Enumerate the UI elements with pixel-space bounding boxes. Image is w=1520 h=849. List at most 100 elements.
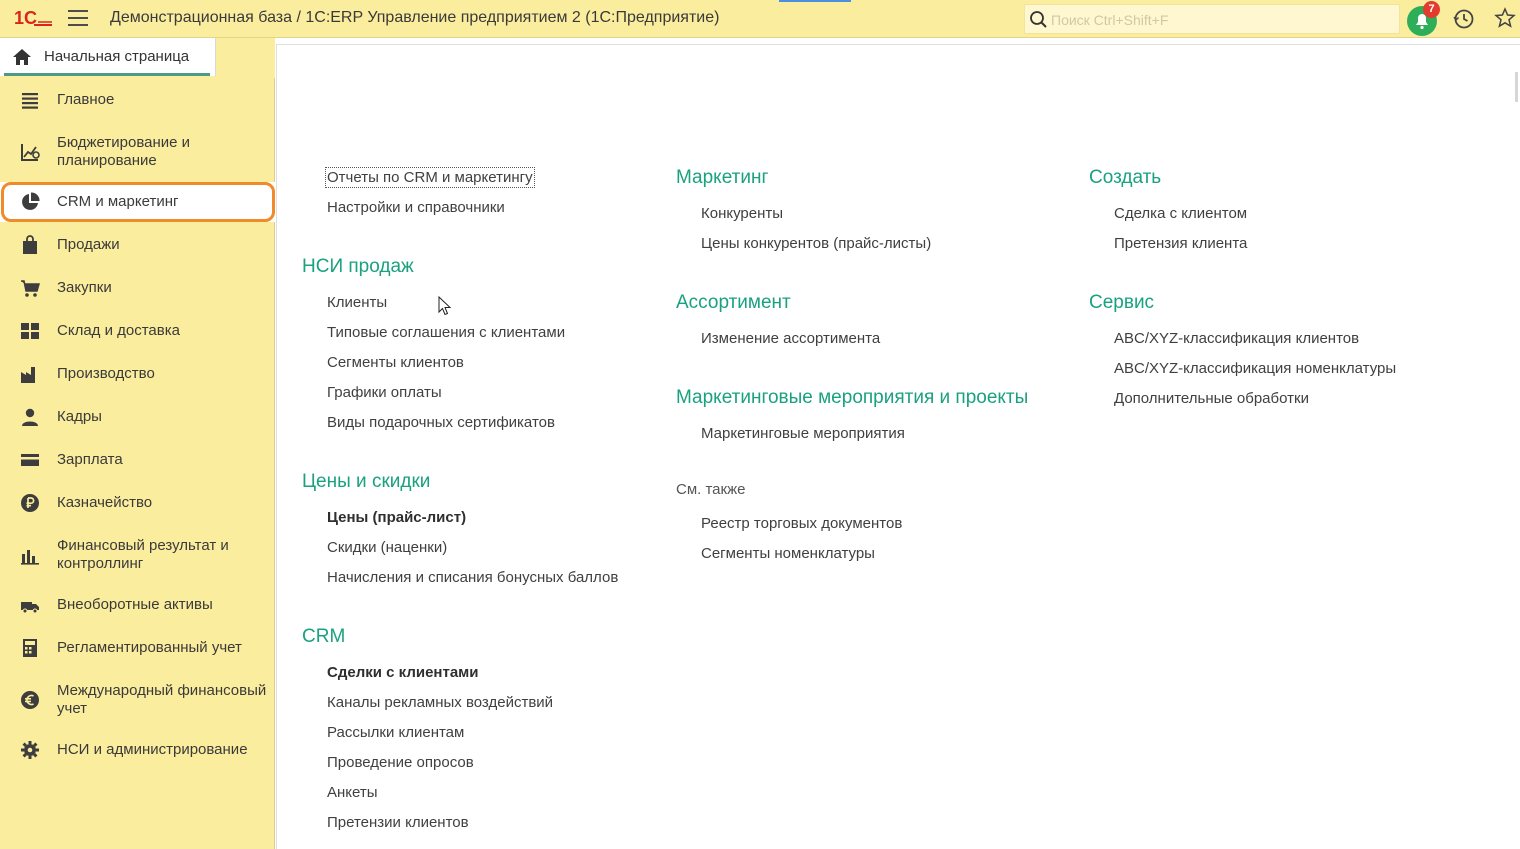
truck-icon — [21, 602, 39, 614]
sidebar-item-label: CRM и маркетинг — [57, 193, 179, 210]
tab-home-label: Начальная страница — [44, 48, 190, 65]
section-title-sales-master-data: НСИ продаж — [302, 256, 414, 277]
sidebar-item-label: Регламентированный учет — [57, 639, 242, 656]
sidebar-item-label: Кадры — [57, 408, 102, 425]
sidebar-item-salary[interactable]: Зарплата — [0, 440, 275, 480]
link-competitor-prices[interactable]: Цены конкурентов (прайс-листы) — [701, 235, 931, 252]
sidebar-item-production[interactable]: Производство — [0, 354, 275, 394]
link-client-deals[interactable]: Сделки с клиентами — [327, 664, 478, 681]
sidebar-item-label: Бюджетирование и планирование — [57, 134, 191, 169]
shopping-bag-icon — [23, 235, 37, 254]
link-client-claims[interactable]: Претензии клиентов — [327, 814, 469, 831]
sidebar-item-fixed-assets[interactable]: Внеоборотные активы — [0, 585, 275, 625]
search-icon — [1030, 11, 1047, 28]
mouse-pointer-icon — [438, 296, 452, 316]
search-box[interactable] — [1024, 4, 1400, 34]
link-competitors[interactable]: Конкуренты — [701, 205, 783, 222]
link-settings-references[interactable]: Настройки и справочники — [327, 199, 505, 216]
link-questionnaires[interactable]: Анкеты — [327, 784, 378, 801]
sidebar-item-label: Казначейство — [57, 494, 153, 511]
tab-active-indicator — [4, 73, 210, 76]
person-icon — [22, 408, 38, 426]
link-discounts[interactable]: Скидки (наценки) — [327, 539, 447, 556]
sidebar-item-label: Продажи — [57, 236, 120, 253]
factory-icon — [21, 367, 35, 383]
cart-icon — [21, 280, 40, 297]
section-title-crm: CRM — [302, 626, 346, 647]
link-standard-agreements[interactable]: Типовые соглашения с клиентами — [327, 324, 565, 341]
wallet-card-icon — [21, 454, 39, 466]
link-advertising-channels[interactable]: Каналы рекламных воздействий — [327, 694, 553, 711]
section-title-assortment: Ассортимент — [676, 292, 791, 313]
link-create-claim[interactable]: Претензия клиента — [1114, 235, 1247, 252]
link-gift-certificate-types[interactable]: Виды подарочных сертификатов — [327, 414, 555, 431]
sidebar-item-warehouse[interactable]: Склад и доставка — [0, 311, 275, 351]
link-marketing-events[interactable]: Маркетинговые мероприятия — [701, 425, 905, 442]
link-client-mailings[interactable]: Рассылки клиентам — [327, 724, 464, 741]
gear-icon — [21, 741, 39, 759]
sidebar-item-budgeting[interactable]: Бюджетирование и планирование — [0, 130, 275, 174]
link-price-list[interactable]: Цены (прайс-лист) — [327, 509, 466, 526]
section-title-create: Создать — [1089, 167, 1162, 188]
section-title-marketing-events: Маркетинговые мероприятия и проекты — [676, 387, 1029, 408]
sidebar-item-crm-marketing[interactable]: CRM и маркетинг — [0, 182, 275, 222]
notifications-badge: 7 — [1423, 1, 1440, 18]
sidebar-item-admin[interactable]: НСИ и администрирование — [0, 730, 275, 770]
euro-coin-icon — [21, 691, 39, 709]
sidebar-item-label: Финансовый результат и контроллинг — [57, 537, 229, 572]
link-bonus-points[interactable]: Начисления и списания бонусных баллов — [327, 569, 618, 586]
link-abc-xyz-nomenclature[interactable]: ABC/XYZ-классификация номенклатуры — [1114, 360, 1396, 377]
budget-chart-icon — [21, 144, 40, 161]
main-menu-icon[interactable] — [68, 10, 88, 28]
app-title: Демонстрационная база / 1С:ERP Управлени… — [110, 9, 720, 26]
sections-sidebar: Главное Бюджетирование и планирование CR… — [0, 78, 275, 849]
sidebar-item-hr[interactable]: Кадры — [0, 397, 275, 437]
link-clients[interactable]: Клиенты — [327, 294, 387, 311]
link-surveys[interactable]: Проведение опросов — [327, 754, 474, 771]
sidebar-item-ifrs[interactable]: Международный финансовый учет — [0, 678, 275, 722]
sidebar-item-label: Зарплата — [57, 451, 123, 468]
sidebar-item-label: Внеоборотные активы — [57, 596, 213, 613]
tab-home[interactable]: Начальная страница — [0, 38, 216, 76]
bar-chart-icon — [21, 550, 39, 565]
top-bar: 1С Демонстрационная база / 1С:ERP Управл… — [0, 0, 1520, 38]
menu-list-icon — [22, 93, 38, 109]
sidebar-item-label: Главное — [57, 91, 115, 108]
sidebar-item-sales[interactable]: Продажи — [0, 225, 275, 265]
sidebar-item-financial-result[interactable]: Финансовый результат и контроллинг — [0, 533, 275, 577]
link-client-segments[interactable]: Сегменты клиентов — [327, 354, 464, 371]
link-payment-schedules[interactable]: Графики оплаты — [327, 384, 442, 401]
link-nomenclature-segments[interactable]: Сегменты номенклатуры — [701, 545, 875, 562]
sidebar-item-treasury[interactable]: Казначейство — [0, 483, 275, 523]
sidebar-item-label: Международный финансовый учет — [57, 682, 267, 717]
warehouse-grid-icon — [21, 323, 39, 339]
ruble-coin-icon — [21, 494, 39, 512]
calculator-icon — [23, 639, 37, 657]
sidebar-item-regulated-accounting[interactable]: Регламентированный учет — [0, 628, 275, 668]
section-title-service: Сервис — [1089, 292, 1155, 313]
search-input[interactable] — [1051, 9, 1391, 31]
section-title-prices-discounts: Цены и скидки — [302, 471, 431, 492]
link-additional-processing[interactable]: Дополнительные обработки — [1114, 390, 1309, 407]
home-icon — [13, 49, 31, 65]
sidebar-item-label: Склад и доставка — [57, 322, 180, 339]
history-icon[interactable] — [1453, 8, 1475, 30]
accent-line — [779, 0, 851, 2]
sidebar-item-label: НСИ и администрирование — [57, 741, 248, 758]
link-create-deal[interactable]: Сделка с клиентом — [1114, 205, 1247, 222]
link-crm-marketing-reports[interactable]: Отчеты по CRM и маркетингу — [325, 167, 535, 188]
favorites-star-icon[interactable] — [1494, 7, 1516, 29]
sidebar-item-label: Производство — [57, 365, 155, 382]
sidebar-item-label: Закупки — [57, 279, 112, 296]
link-abc-xyz-clients[interactable]: ABC/XYZ-классификация клиентов — [1114, 330, 1359, 347]
1c-logo[interactable]: 1С — [14, 7, 54, 29]
svg-text:1С: 1С — [14, 8, 37, 28]
link-assortment-changes[interactable]: Изменение ассортимента — [701, 330, 880, 347]
section-title-marketing: Маркетинг — [676, 167, 769, 188]
sidebar-item-purchases[interactable]: Закупки — [0, 268, 275, 308]
pie-chart-icon — [22, 192, 40, 210]
sidebar-item-main[interactable]: Главное — [0, 80, 275, 120]
see-also-label: См. также — [676, 481, 746, 498]
link-trade-documents-register[interactable]: Реестр торговых документов — [701, 515, 902, 532]
vertical-scrollbar[interactable] — [1515, 72, 1518, 102]
